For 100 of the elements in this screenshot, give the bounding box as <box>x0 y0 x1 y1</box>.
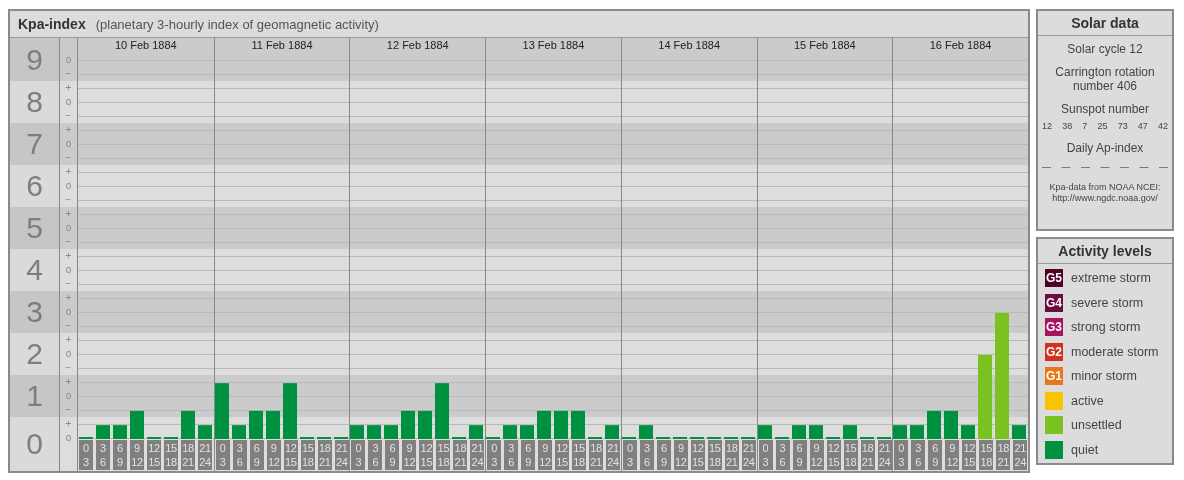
hour-range-label: 6 9 <box>792 440 807 470</box>
hour-range-label: 15 18 <box>572 440 587 470</box>
bar <box>181 410 195 439</box>
hour-range-label: 12 15 <box>690 440 705 470</box>
bar <box>893 425 907 439</box>
scale-mark: − <box>64 319 73 333</box>
panel-title: Activity levels <box>1038 239 1172 264</box>
hour-range-label: 12 15 <box>826 440 841 470</box>
scale-mark: o <box>64 263 73 277</box>
bar <box>283 383 297 439</box>
bar <box>401 410 415 439</box>
bar <box>367 425 381 439</box>
legend-label: active <box>1071 393 1104 408</box>
panel-subtitle: (planetary 3-hourly index of geomagnetic activity) <box>95 16 379 32</box>
carrington-text: Carrington rotation number 406 <box>1054 65 1156 93</box>
scale-mark: + <box>64 81 73 95</box>
bar <box>384 425 398 439</box>
scale-mark: − <box>64 403 73 417</box>
date-label: 10 Feb 1884 <box>113 38 178 52</box>
bar <box>503 425 517 439</box>
bar <box>758 425 772 439</box>
bar <box>232 425 246 439</box>
sunspot-value: 25 <box>1097 121 1108 131</box>
bar <box>266 410 280 439</box>
hour-range-label: 18 21 <box>860 440 875 470</box>
bar <box>418 410 432 439</box>
scale-mark: o <box>64 347 73 361</box>
bar <box>96 425 110 439</box>
scale-mark: − <box>64 277 73 291</box>
hour-range-label: 15 18 <box>707 440 722 470</box>
scale-mark: + <box>64 291 73 305</box>
hour-range-label: 0 3 <box>215 440 230 470</box>
bar <box>198 425 212 439</box>
source-url: http://www.ngdc.noaa.gov/ <box>1052 193 1158 204</box>
bar <box>130 410 144 439</box>
sunspot-value: 7 <box>1082 121 1088 131</box>
ap-index-value: — <box>1139 162 1149 172</box>
scale-mark: − <box>64 67 73 81</box>
bar <box>843 425 857 439</box>
level-badge: G5 <box>1045 269 1063 288</box>
bar <box>961 425 975 439</box>
hour-range-label: 9 12 <box>402 440 417 470</box>
level-badge: G1 <box>1045 367 1063 386</box>
scale-mark: + <box>64 249 73 263</box>
hour-range-label: 9 12 <box>945 440 960 470</box>
bar <box>435 383 449 439</box>
hour-range-label: 3 6 <box>639 440 654 470</box>
legend-label: minor storm <box>1071 369 1137 384</box>
legend-label: unsettled <box>1071 418 1122 433</box>
level-badge: G4 <box>1045 293 1063 312</box>
hour-range-label: 15 18 <box>164 440 178 470</box>
hour-range-label: 9 12 <box>266 440 281 470</box>
hour-range-label: 21 24 <box>334 440 349 470</box>
sunspot-value: 47 <box>1137 121 1148 131</box>
legend-label: extreme storm <box>1071 271 1151 286</box>
bar <box>605 425 619 439</box>
legend-label: strong storm <box>1071 320 1141 335</box>
panel-title: Solar data <box>1038 11 1172 36</box>
panel-title: Kpa-index <box>18 16 86 32</box>
scale-mark: o <box>64 53 73 67</box>
scale-mark: + <box>64 165 73 179</box>
hour-range-label: 12 15 <box>283 440 298 470</box>
hour-range-label: 12 15 <box>555 440 570 470</box>
bar <box>809 425 823 439</box>
hour-range-label: 9 12 <box>809 440 824 470</box>
scale-mark: − <box>64 193 73 207</box>
hour-range-label: 3 6 <box>368 440 383 470</box>
hour-range-label: 12 15 <box>419 440 434 470</box>
scale-mark: o <box>64 95 73 109</box>
bar <box>520 425 534 439</box>
hour-range-label: 9 12 <box>673 440 688 470</box>
scale-mark: o <box>64 221 73 235</box>
ap-index-title: Daily Ap-index <box>1066 141 1144 155</box>
bar <box>571 410 585 439</box>
hour-range-label: 18 21 <box>317 440 332 470</box>
hour-range-label: 21 24 <box>1013 440 1028 470</box>
bar <box>554 410 568 439</box>
hour-range-label: 6 9 <box>928 440 943 470</box>
level-badge: G2 <box>1045 342 1063 361</box>
sunspot-value: 73 <box>1117 121 1128 131</box>
hour-range-label: 21 24 <box>470 440 485 470</box>
scale-mark: − <box>64 361 73 375</box>
hour-range-label: 18 21 <box>724 440 739 470</box>
bar <box>1012 425 1026 439</box>
ap-index-value: — <box>1100 162 1110 172</box>
hour-range-label: 0 3 <box>487 440 502 470</box>
ap-index-value: — <box>1120 162 1129 172</box>
scale-mark: o <box>64 137 73 151</box>
scale-mark: + <box>64 123 73 137</box>
hour-range-label: 0 3 <box>758 440 773 470</box>
hour-range-label: 15 18 <box>436 440 451 470</box>
hour-range-label: 6 9 <box>249 440 264 470</box>
hour-range-label: 21 24 <box>606 440 621 470</box>
solar-cycle-text: Solar cycle 12 <box>1067 42 1143 56</box>
legend-label: quiet <box>1071 442 1099 457</box>
bar <box>350 425 364 439</box>
scale-mark: − <box>64 109 73 123</box>
scale-mark: + <box>64 375 73 389</box>
hour-range-label: 21 24 <box>877 440 892 470</box>
source-note: Kpa-data from NOAA NCEI: <box>1049 182 1161 193</box>
